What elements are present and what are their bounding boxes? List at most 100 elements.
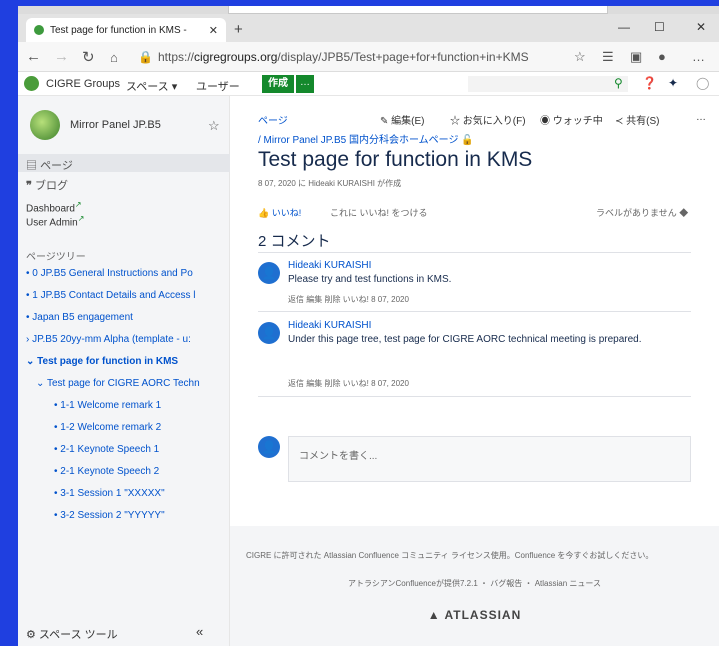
sidebar-item-pages[interactable]: ▤ ページ xyxy=(18,154,230,172)
tree-item[interactable]: • 2-1 Keynote Speech 1 xyxy=(54,444,159,455)
tree-item[interactable]: • 2-1 Keynote Speech 2 xyxy=(54,466,159,477)
gear-icon: ⚙ xyxy=(26,629,39,641)
page-tree-heading: ページツリー xyxy=(26,252,86,263)
comment-author[interactable]: Hideaki KURAISHI xyxy=(288,260,371,271)
comment-avatar[interactable]: 👤 xyxy=(258,322,280,344)
maximize-icon[interactable]: ☐ xyxy=(654,20,665,34)
site-name[interactable]: CIGRE Groups xyxy=(46,78,120,90)
create-more-button[interactable]: … xyxy=(296,75,314,93)
star-icon: ☆ xyxy=(450,116,463,127)
address-bar: ← → ↻ ⌂ 🔒 https://cigregroups.org/displa… xyxy=(18,42,719,72)
divider xyxy=(258,311,691,312)
confluence-header: CIGRE Groups スペース ▾ ユーザー 作成 … ⚲ ❓ ✦ ◯ xyxy=(18,72,719,96)
menu-icon[interactable]: … xyxy=(692,49,705,64)
tag-icon: ◆ xyxy=(679,208,689,218)
current-user-avatar: 👤 xyxy=(258,436,280,458)
sidebar-link-dashboard[interactable]: Dashboard↗ xyxy=(26,200,82,214)
tree-item[interactable]: • 1 JP.B5 Contact Details and Access l xyxy=(26,290,222,301)
comment-avatar[interactable]: 👤 xyxy=(258,262,280,284)
divider xyxy=(258,252,691,253)
create-button[interactable]: 作成 xyxy=(262,75,294,93)
like-hint: これに いいね! をつける xyxy=(330,208,428,218)
back-icon[interactable]: ← xyxy=(26,48,41,65)
page-meta: 8 07, 2020 に Hideaki KURAISHI が作成 xyxy=(258,179,402,188)
new-tab-button[interactable]: + xyxy=(234,21,243,38)
home-icon[interactable]: ⌂ xyxy=(110,50,118,65)
browser-window: Test page for function in KMS - ✕ + — ☐ … xyxy=(18,6,719,646)
footer: CIGRE に許可された Atlassian Confluence コミュニティ… xyxy=(230,526,719,646)
atlassian-icon: ▲ xyxy=(427,608,445,622)
tree-item[interactable]: • 0 JP.B5 General Instructions and Po xyxy=(26,268,222,279)
sidebar: Mirror Panel JP.B5 ☆ ▤ ページ ❞ ブログ Dashboa… xyxy=(18,96,230,646)
tab-title: Test page for function in KMS - xyxy=(50,24,192,36)
space-name[interactable]: Mirror Panel JP.B5 xyxy=(70,119,161,131)
license-text: CIGRE に許可された Atlassian Confluence コミュニティ… xyxy=(246,551,654,560)
search-input[interactable] xyxy=(468,76,628,92)
browser-tab[interactable]: Test page for function in KMS - ✕ xyxy=(26,18,226,42)
comment-author[interactable]: Hideaki KURAISHI xyxy=(288,320,371,331)
pencil-icon: ✎ xyxy=(380,116,392,127)
comment-actions[interactable]: 返信 編集 削除 いいね! 8 07, 2020 xyxy=(288,378,409,389)
like-button[interactable]: 👍 いいね! xyxy=(258,206,301,219)
divider xyxy=(258,396,691,397)
collapse-sidebar-icon[interactable]: « xyxy=(196,624,203,639)
tree-item[interactable]: • 1-2 Welcome remark 2 xyxy=(54,422,161,433)
tree-item[interactable]: • 3-2 Session 2 "YYYYY" xyxy=(54,510,165,521)
bookmark-star-icon[interactable]: ☆ xyxy=(574,49,586,65)
breadcrumb[interactable]: / Mirror Panel JP.B5 国内分科会ホームページ 🔓 xyxy=(258,131,474,146)
url-field[interactable]: https://cigregroups.org/display/JPB5/Tes… xyxy=(158,50,529,64)
thumbs-up-icon: 👍 xyxy=(258,208,272,218)
comment-text: Please try and test functions in KMS. xyxy=(288,274,452,285)
share-icon: ≺ xyxy=(615,116,627,127)
pages-icon: ▤ xyxy=(26,160,41,172)
refresh-icon[interactable]: ↻ xyxy=(82,48,95,66)
favicon-icon xyxy=(34,25,44,35)
favorite-button[interactable]: ☆ お気に入り(F) xyxy=(450,112,526,127)
space-header: Mirror Panel JP.B5 xyxy=(30,110,161,140)
spaces-menu[interactable]: スペース ▾ xyxy=(126,78,177,94)
tree-item[interactable]: • Japan B5 engagement xyxy=(26,312,222,323)
share-button[interactable]: ≺ 共有(S) xyxy=(615,112,660,127)
favorite-space-icon[interactable]: ☆ xyxy=(208,118,220,134)
comment-text: Under this page tree, test page for CIGR… xyxy=(288,334,642,345)
forward-icon[interactable]: → xyxy=(54,48,69,65)
tree-item[interactable]: › JP.B5 20yy-mm Alpha (template - u: xyxy=(26,334,222,345)
lock-icon: 🔒 xyxy=(138,50,153,64)
minimize-icon[interactable]: — xyxy=(618,20,630,34)
tree-item[interactable]: • 1-1 Welcome remark 1 xyxy=(54,400,161,411)
tab-bar: Test page for function in KMS - ✕ + — ☐ … xyxy=(18,14,719,42)
watch-button[interactable]: ◉ ウォッチ中 xyxy=(540,112,603,127)
close-window-icon[interactable]: ✕ xyxy=(696,20,706,34)
sidebar-link-user-admin[interactable]: User Admin↗ xyxy=(26,214,84,228)
tree-item[interactable]: ⌄ Test page for CIGRE AORC Techn xyxy=(36,378,222,389)
profile-icon[interactable]: ● xyxy=(658,49,666,64)
main-content: ページ ✎ 編集(E) ☆ お気に入り(F) ◉ ウォッチ中 ≺ 共有(S) …… xyxy=(230,96,719,646)
search-icon[interactable]: ⚲ xyxy=(614,76,623,90)
close-tab-icon[interactable]: ✕ xyxy=(209,24,218,37)
tree-item-current[interactable]: ⌄ Test page for function in KMS xyxy=(26,356,222,367)
collections-icon[interactable]: ▣ xyxy=(630,49,642,65)
space-logo-icon[interactable] xyxy=(30,110,60,140)
more-actions-icon[interactable]: … xyxy=(696,112,706,123)
lock-page-icon: 🔓 xyxy=(461,135,474,146)
comments-heading: 2 コメント xyxy=(258,233,331,250)
notifications-icon[interactable]: ✦ xyxy=(668,76,678,90)
edit-button[interactable]: ✎ 編集(E) xyxy=(380,112,425,127)
powered-by-text: アトラシアンConfluenceが提供7.2.1 ・ バグ報告 ・ Atlass… xyxy=(348,579,601,588)
pages-link[interactable]: ページ xyxy=(258,112,288,127)
top-strip xyxy=(18,6,719,14)
favorites-icon[interactable]: ☰ xyxy=(602,49,614,65)
tree-item[interactable]: • 3-1 Session 1 "XXXXX" xyxy=(54,488,165,499)
user-avatar-icon[interactable]: ◯ xyxy=(696,76,709,90)
users-menu[interactable]: ユーザー xyxy=(196,78,240,94)
labels-indicator[interactable]: ラベルがありません ◆ xyxy=(596,206,688,219)
space-tools-button[interactable]: ⚙ スペース ツール xyxy=(26,626,118,642)
eye-icon: ◉ xyxy=(540,116,553,127)
sidebar-item-blog[interactable]: ❞ ブログ xyxy=(26,177,68,193)
help-icon[interactable]: ❓ xyxy=(642,76,657,90)
comment-actions[interactable]: 返信 編集 削除 いいね! 8 07, 2020 xyxy=(288,294,409,305)
comment-input[interactable]: コメントを書く... xyxy=(288,436,691,482)
site-logo-icon[interactable] xyxy=(24,76,39,91)
atlassian-logo[interactable]: ▲ ATLASSIAN xyxy=(230,608,719,622)
page-title: Test page for function in KMS xyxy=(258,148,533,171)
